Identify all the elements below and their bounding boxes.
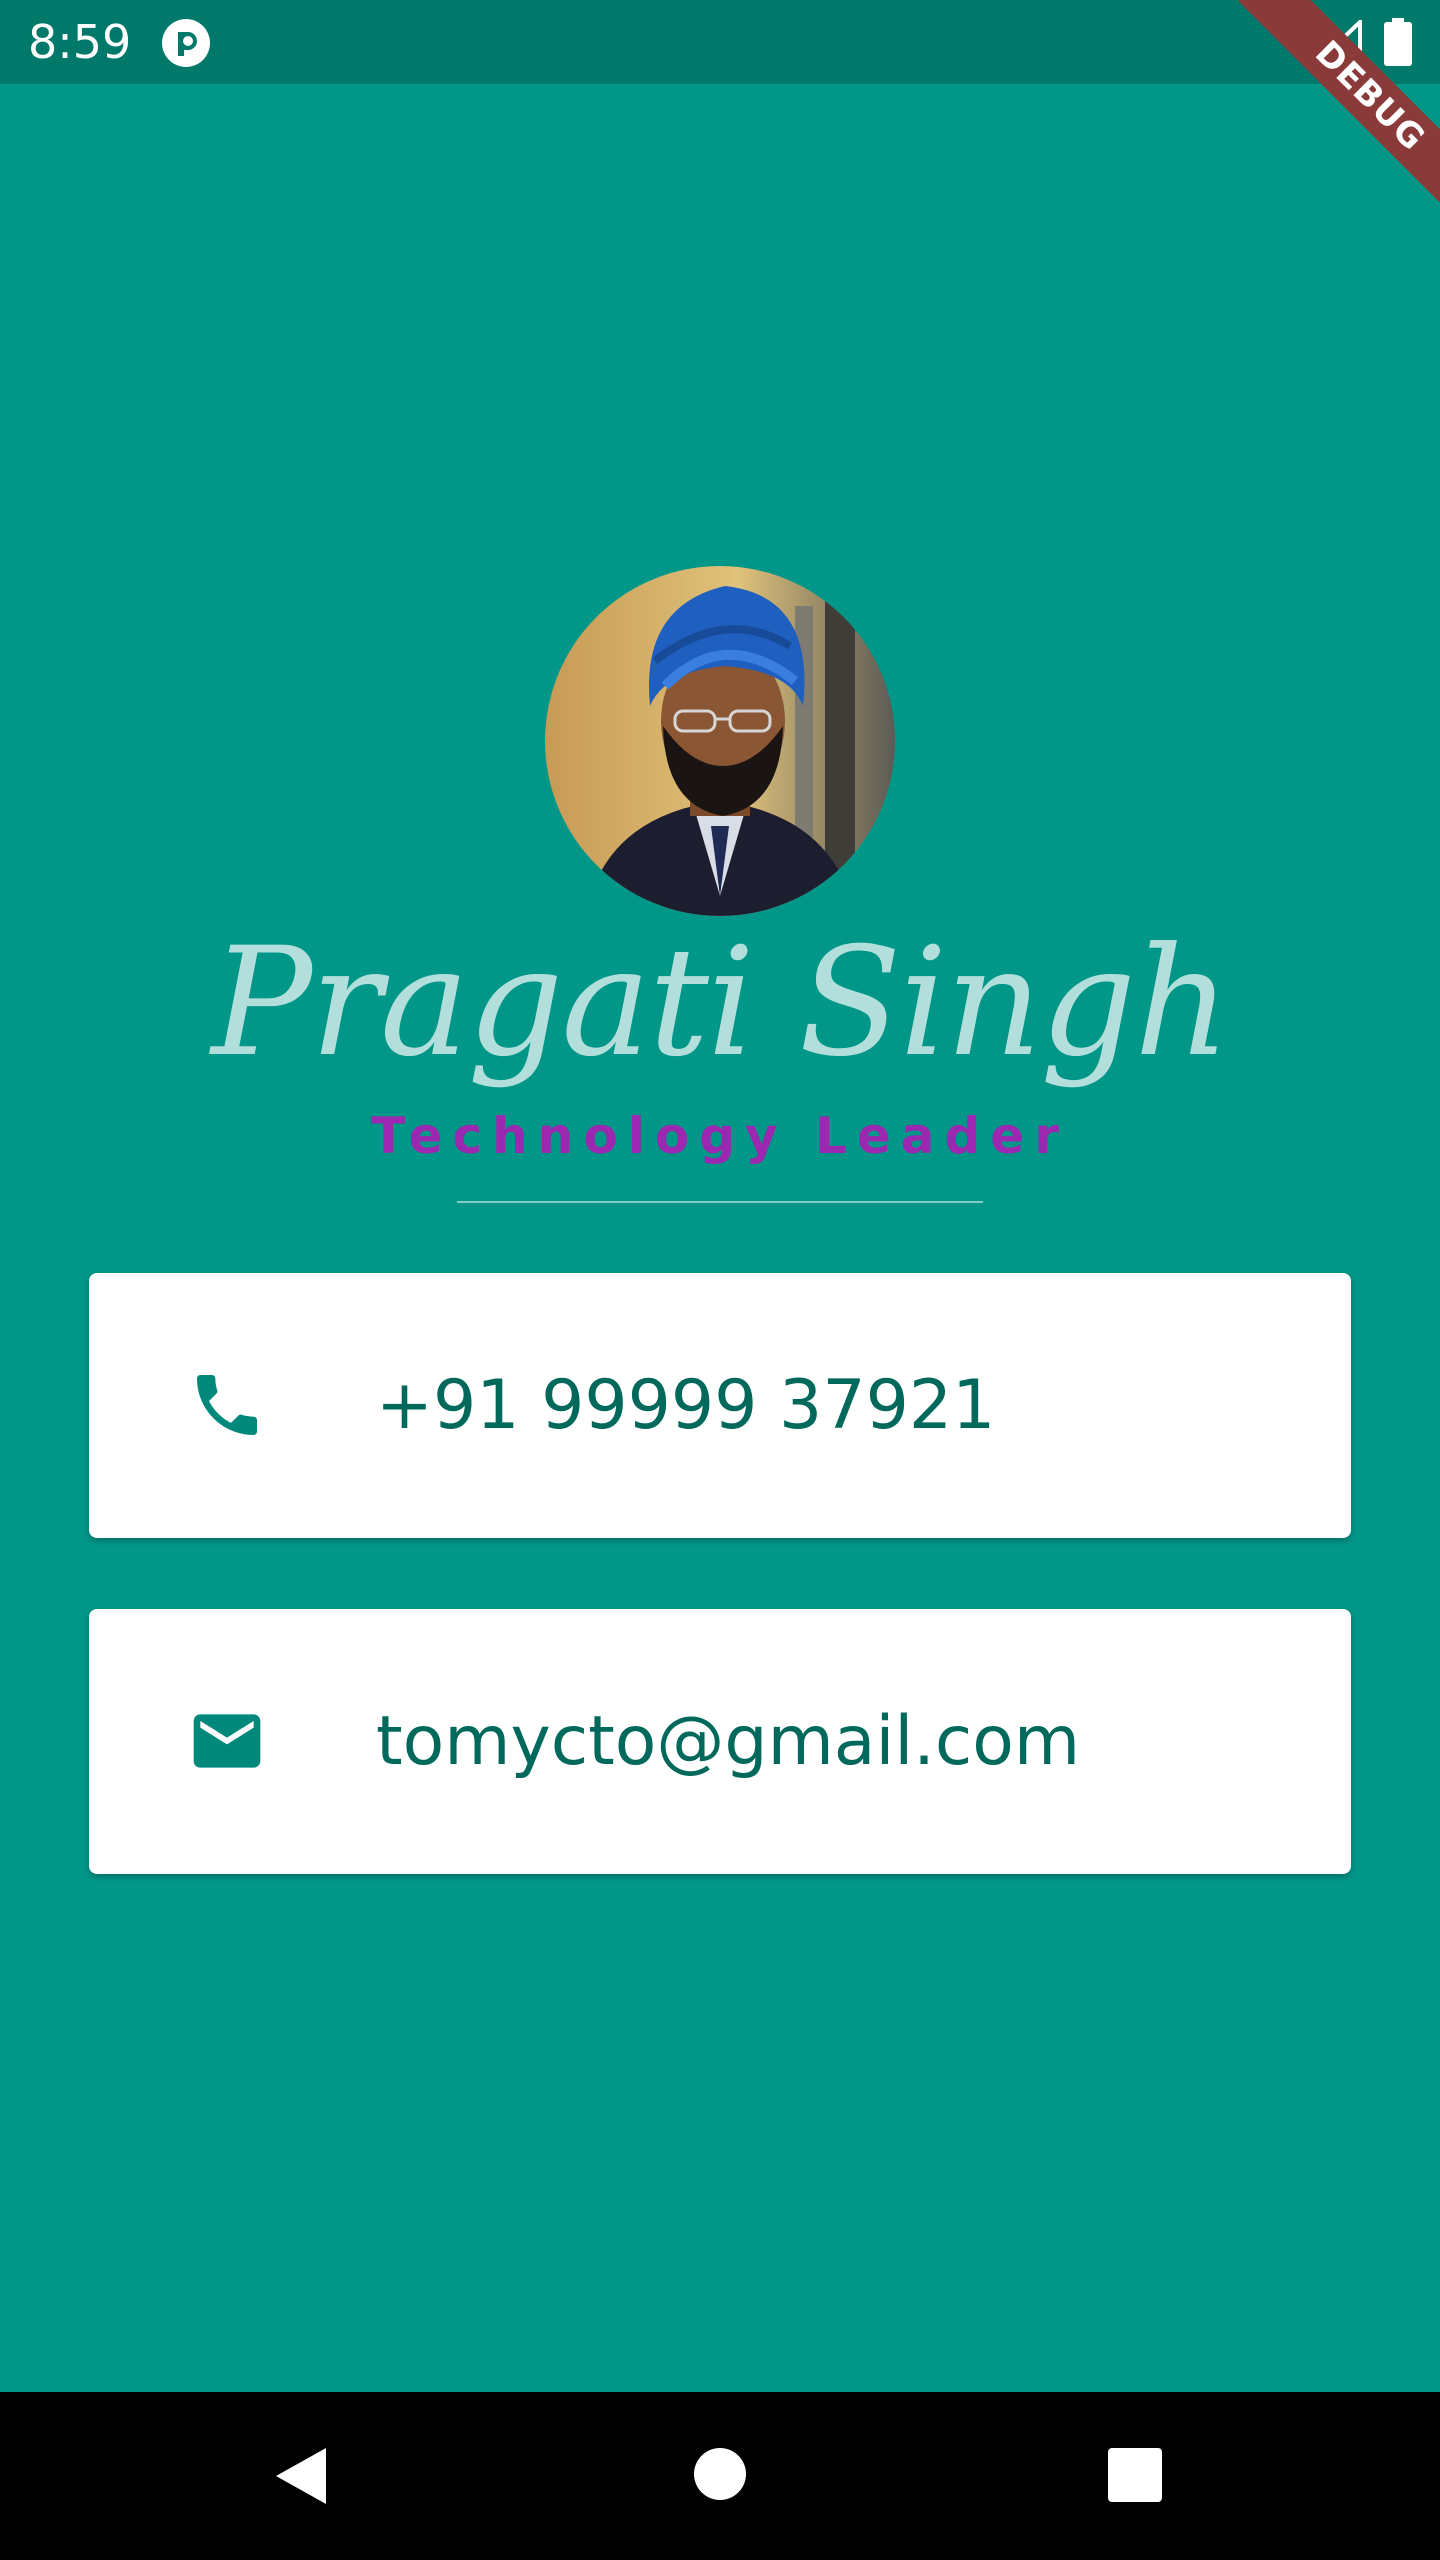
- navigation-bar: [0, 2392, 1440, 2560]
- battery-icon: [1384, 18, 1412, 66]
- email-address: tomycto@gmail.com: [376, 1702, 1081, 1781]
- home-icon[interactable]: [694, 2448, 746, 2500]
- email-card[interactable]: tomycto@gmail.com: [89, 1609, 1351, 1874]
- status-bar: 8:59: [0, 0, 1440, 84]
- avatar: [545, 566, 895, 916]
- divider: [457, 1201, 983, 1203]
- phone-card[interactable]: +91 99999 37921: [89, 1273, 1351, 1538]
- signal-icon: [1312, 20, 1362, 66]
- profile-name: Pragati Singh: [211, 916, 1230, 1090]
- phone-icon: [197, 1375, 257, 1435]
- recents-icon[interactable]: [1108, 2448, 1162, 2502]
- profile-role: Technology Leader: [371, 1107, 1069, 1165]
- mail-icon: [193, 1714, 261, 1768]
- back-icon[interactable]: [272, 2446, 332, 2506]
- app-notification-icon: [162, 19, 210, 67]
- status-time: 8:59: [28, 15, 132, 69]
- phone-number: +91 99999 37921: [376, 1366, 996, 1445]
